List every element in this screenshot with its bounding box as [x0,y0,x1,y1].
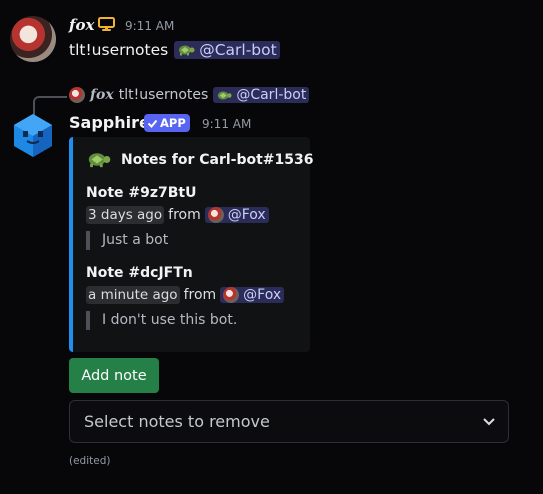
note-title: Note #9z7BtU [86,185,197,201]
message-author[interactable]: Sapphire [69,113,150,132]
embed-title-text: Notes for Carl-bot#1536 [121,151,314,168]
mention-label: @Fox [243,287,282,303]
note-from-label: from [168,207,201,223]
avatar-fox[interactable] [10,16,56,62]
note-meta: 3 days ago from @Fox [86,206,269,224]
mention-label: @Carl-bot [236,87,307,103]
embed-title: Notes for Carl-bot#1536 [86,151,313,168]
note-content: Just a bot [86,231,168,250]
note-author-mention[interactable]: @Fox [204,207,269,223]
turtle-icon [88,153,111,168]
remove-notes-select[interactable]: Select notes to remove [69,400,509,443]
select-placeholder: Select notes to remove [84,412,270,431]
message-author[interactable]: fox [69,16,94,34]
check-icon [147,119,158,128]
note-meta: a minute ago from @Fox [86,286,285,304]
app-badge-label: APP [160,116,186,130]
mention-avatar [207,207,224,223]
add-note-button[interactable]: Add note [69,358,159,393]
reply-reference[interactable]: fox tlt!usernotes @Carl-bot [69,87,310,103]
mention-label: @Carl-bot [199,41,277,59]
user-mention[interactable]: @Carl-bot [174,41,280,59]
avatar-sapphire[interactable] [12,112,54,158]
reply-mention[interactable]: @Carl-bot [213,87,310,103]
reply-text: tlt!usernotes [118,87,209,103]
edited-label: (edited) [69,455,111,467]
chevron-down-icon [483,418,495,426]
message-text: tlt!usernotes [69,41,169,59]
mention-label: @Fox [227,207,266,223]
reply-avatar [69,87,85,103]
note-timestamp: 3 days ago [86,206,165,224]
reply-author[interactable]: fox [90,87,114,103]
note-author-mention[interactable]: @Fox [220,287,285,303]
message-timestamp: 9:11 AM [125,19,175,33]
note-title: Note #dcJFTn [86,265,193,281]
message-timestamp: 9:11 AM [202,117,252,131]
turtle-icon [179,45,195,56]
turtle-icon [218,91,232,99]
note-from-label: from [183,287,217,303]
desktop-icon [98,17,115,31]
note-content: I don't use this bot. [86,311,237,330]
mention-avatar [223,287,240,303]
app-badge: APP [144,114,190,132]
message-content: tlt!usernotes @Carl-bot [69,41,280,59]
note-timestamp: a minute ago [86,286,180,304]
